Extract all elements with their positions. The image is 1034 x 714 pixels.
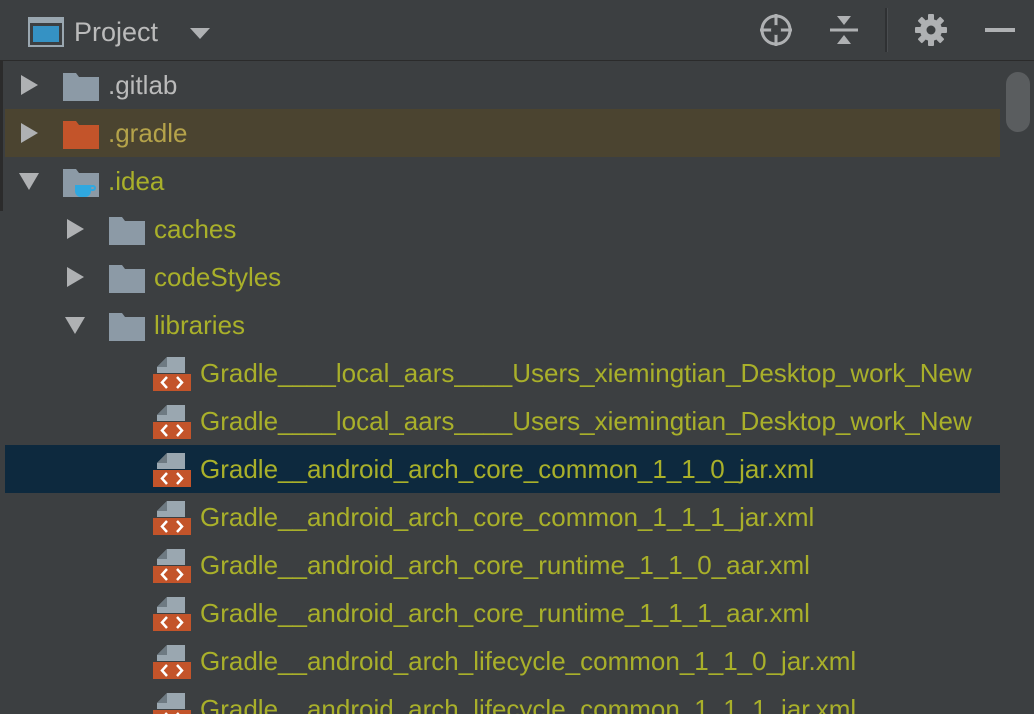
tree-row[interactable]: .gitlab (5, 61, 1000, 109)
crosshair-icon (760, 14, 792, 46)
tree-row[interactable]: Gradle__android_arch_core_common_1_1_1_j… (5, 493, 1000, 541)
excluded-folder-icon (63, 121, 99, 149)
tree-row-label: .idea (108, 166, 165, 196)
tool-window-title[interactable]: Project (74, 14, 158, 50)
chevron-down-icon[interactable] (186, 22, 214, 44)
folder-icon (63, 73, 99, 101)
xml-file-icon (153, 405, 191, 439)
folder-icon (109, 313, 145, 341)
tree-row[interactable]: Gradle__android_arch_core_runtime_1_1_0_… (5, 541, 1000, 589)
xml-file-icon (153, 645, 191, 679)
xml-file-icon (153, 597, 191, 631)
scrollbar-thumb[interactable] (1006, 72, 1030, 132)
folder-icon (109, 217, 145, 245)
hide-button[interactable] (980, 10, 1020, 50)
tree-row-label: codeStyles (154, 262, 282, 292)
chevron-right-icon[interactable] (65, 219, 85, 239)
folder-icon (109, 265, 145, 293)
locate-file-button[interactable] (756, 10, 796, 50)
project-tool-window: Project .gitlab .gradle .idea caches cod… (0, 0, 1034, 714)
tree-row-label: .gradle (108, 118, 188, 148)
tree-row-label: Gradle__android_arch_lifecycle_common_1_… (200, 646, 857, 676)
tree-row[interactable]: .gradle (5, 109, 1000, 157)
tree-row[interactable]: libraries (5, 301, 1000, 349)
header-separator (885, 8, 888, 52)
tree-row-label: .gitlab (108, 70, 178, 100)
vertical-scrollbar[interactable] (1000, 61, 1034, 714)
tree-row-label: Gradle____local_aars____Users_xiemingtia… (200, 358, 972, 388)
minimize-icon (985, 28, 1015, 32)
tree-row[interactable]: Gradle____local_aars____Users_xiemingtia… (5, 349, 1000, 397)
xml-file-icon (153, 453, 191, 487)
tree-row-label: Gradle__android_arch_core_common_1_1_0_j… (200, 454, 815, 484)
collapse-all-button[interactable] (824, 10, 864, 50)
tree-row[interactable]: caches (5, 205, 1000, 253)
xml-file-icon (153, 501, 191, 535)
settings-button[interactable] (911, 10, 951, 50)
chevron-down-icon[interactable] (19, 171, 39, 191)
tree-row[interactable]: codeStyles (5, 253, 1000, 301)
tree-row[interactable]: Gradle__android_arch_core_common_1_1_0_j… (5, 445, 1000, 493)
tree-row-label: Gradle__android_arch_core_runtime_1_1_0_… (200, 550, 810, 580)
tree-row[interactable]: Gradle__android_arch_lifecycle_common_1_… (5, 637, 1000, 685)
tool-window-header: Project (0, 0, 1034, 61)
tree-row-label: Gradle__android_arch_lifecycle_common_1_… (200, 694, 857, 714)
chevron-right-icon[interactable] (19, 75, 39, 95)
collapse-all-icon (830, 16, 858, 44)
idea-folder-icon (63, 169, 99, 197)
project-view-icon (28, 17, 64, 47)
tree-row[interactable]: Gradle____local_aars____Users_xiemingtia… (5, 397, 1000, 445)
gear-icon (915, 14, 947, 46)
tree-row-label: Gradle____local_aars____Users_xiemingtia… (200, 406, 972, 436)
chevron-down-icon[interactable] (65, 315, 85, 335)
tree-row[interactable]: Gradle__android_arch_lifecycle_common_1_… (5, 685, 1000, 714)
tree-row-label: libraries (154, 310, 246, 340)
window-edge (0, 61, 3, 211)
tree-row[interactable]: Gradle__android_arch_core_runtime_1_1_1_… (5, 589, 1000, 637)
tree-row-label: Gradle__android_arch_core_common_1_1_1_j… (200, 502, 815, 532)
tree-row-label: Gradle__android_arch_core_runtime_1_1_1_… (200, 598, 810, 628)
chevron-right-icon[interactable] (19, 123, 39, 143)
tree-row[interactable]: .idea (5, 157, 1000, 205)
xml-file-icon (153, 693, 191, 714)
chevron-right-icon[interactable] (65, 267, 85, 287)
xml-file-icon (153, 549, 191, 583)
tree-row-label: caches (154, 214, 237, 244)
xml-file-icon (153, 357, 191, 391)
project-tree[interactable]: .gitlab .gradle .idea caches codeStyles libra… (5, 61, 1000, 714)
